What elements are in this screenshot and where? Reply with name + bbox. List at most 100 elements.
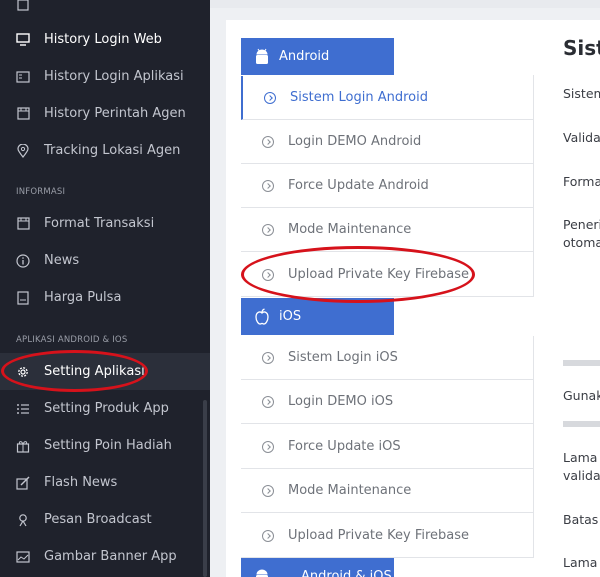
chevron-right-icon: [262, 351, 274, 364]
sidebar-item-gambar-banner-app[interactable]: Gambar Banner App: [0, 538, 210, 575]
menu-item-mode-maintenance-ios[interactable]: Mode Maintenance: [241, 469, 533, 513]
chevron-right-icon: [262, 223, 274, 236]
menu-item-label: Login DEMO iOS: [288, 394, 394, 409]
sidebar-item-label: Gambar Banner App: [44, 549, 177, 564]
edit-icon: [16, 476, 30, 490]
panel-text: Forma: [563, 174, 600, 189]
group-tab-android[interactable]: Android: [241, 38, 394, 75]
sidebar-item-label: Format Transaksi: [44, 216, 155, 231]
panel-divider: [563, 421, 600, 427]
sidebar-item-setting-produk-app[interactable]: Setting Produk App: [0, 390, 210, 427]
menu-item-label: Force Update Android: [288, 178, 429, 193]
cut-icon: [16, 0, 30, 12]
group-tab-ios[interactable]: iOS: [241, 298, 394, 335]
panel-text: Sistem: [563, 86, 600, 101]
chevron-right-icon: [262, 440, 274, 453]
panel-divider: [563, 360, 600, 366]
sidebar-item-label: Flash News: [44, 475, 118, 490]
sidebar-item-flash-news[interactable]: Flash News: [0, 464, 210, 501]
sidebar-item-label: Tracking Lokasi Agen: [44, 143, 181, 158]
sidebar-item-setting-poin-hadiah[interactable]: Setting Poin Hadiah: [0, 427, 210, 464]
menu-item-label: Mode Maintenance: [288, 483, 412, 498]
menu-item-upload-private-key-ios[interactable]: Upload Private Key Firebase: [241, 514, 533, 558]
panel-text: validas: [563, 468, 600, 483]
panel-text: Lama l: [563, 555, 600, 570]
panel-text: Peneri: [563, 217, 600, 232]
top-bar: [210, 0, 600, 8]
menu-item-sistem-login-ios[interactable]: Sistem Login iOS: [241, 336, 533, 380]
gift-icon: [16, 439, 30, 453]
menu-item-label: Mode Maintenance: [288, 222, 412, 237]
chevron-right-icon: [262, 395, 274, 408]
panel-text: Batas l: [563, 512, 600, 527]
sidebar-item-label: News: [44, 253, 80, 268]
sidebar-item-label: Pesan Broadcast: [44, 512, 152, 527]
sidebar-item-news[interactable]: News: [0, 242, 210, 279]
section-informasi: INFORMASI: [16, 187, 66, 197]
sidebar-item-history-login-web[interactable]: History Login Web: [0, 21, 210, 58]
apple-icon: [253, 307, 271, 326]
tag-icon: [16, 290, 30, 305]
sidebar: History Login Web History Login Aplikasi…: [0, 0, 210, 577]
menu-item-label: Login DEMO Android: [288, 134, 422, 149]
sidebar-item-pesan-broadcast[interactable]: Pesan Broadcast: [0, 501, 210, 538]
monitor-icon: [16, 33, 30, 47]
calendar-icon: [16, 217, 30, 231]
menu-item-label: Sistem Login iOS: [288, 350, 398, 365]
panel-text: otoma: [563, 235, 600, 250]
sidebar-item-label: Harga Pulsa: [44, 290, 122, 305]
menu-item-force-update-android[interactable]: Force Update Android: [241, 164, 533, 208]
sidebar-item-cut[interactable]: [0, 0, 210, 23]
menu-divider: [533, 75, 534, 297]
menu-item-label: Force Update iOS: [288, 439, 401, 454]
chevron-right-icon: [262, 268, 274, 281]
info-icon: [16, 253, 30, 268]
sidebar-item-format-transaksi[interactable]: Format Transaksi: [0, 205, 210, 242]
panel-text: Validas: [563, 130, 600, 145]
sidebar-item-tracking-lokasi-agen[interactable]: Tracking Lokasi Agen: [0, 132, 210, 169]
chevron-right-icon: [262, 484, 274, 497]
menu-item-label: Sistem Login Android: [290, 90, 428, 105]
menu-item-force-update-ios[interactable]: Force Update iOS: [241, 425, 533, 469]
group-tab-label: iOS: [279, 309, 302, 324]
sidebar-scrollbar[interactable]: [203, 400, 207, 577]
menu-divider: [533, 336, 534, 558]
menu-item-label: Upload Private Key Firebase: [288, 267, 470, 282]
android-icon: [253, 48, 271, 66]
sidebar-item-label: Setting Aplikasi: [44, 364, 145, 379]
sidebar-item-setting-aplikasi[interactable]: Setting Aplikasi: [0, 353, 210, 390]
menu-item-label: Upload Private Key Firebase: [288, 528, 470, 543]
chevron-right-icon: [262, 135, 274, 148]
list-icon: [16, 402, 30, 416]
section-aplikasi: APLIKASI ANDROID & IOS: [16, 335, 128, 345]
card-list-icon: [16, 70, 30, 84]
gear-icon: [16, 365, 30, 379]
chevron-right-icon: [264, 91, 276, 104]
image-icon: [16, 550, 30, 564]
sidebar-item-history-login-aplikasi[interactable]: History Login Aplikasi: [0, 58, 210, 95]
sidebar-item-label: History Perintah Agen: [44, 106, 186, 121]
group-tab-label: Android: [279, 49, 330, 64]
panel-title: Siste: [563, 36, 600, 60]
calendar-icon: [16, 107, 30, 121]
chevron-right-icon: [262, 529, 274, 542]
panel-text: Gunak: [563, 388, 600, 403]
sidebar-item-label: Setting Produk App: [44, 401, 169, 416]
sidebar-item-harga-pulsa[interactable]: Harga Pulsa: [0, 279, 210, 316]
menu-item-upload-private-key-android[interactable]: Upload Private Key Firebase: [241, 253, 533, 297]
menu-item-login-demo-android[interactable]: Login DEMO Android: [241, 120, 533, 164]
menu-item-login-demo-ios[interactable]: Login DEMO iOS: [241, 380, 533, 424]
chevron-right-icon: [262, 179, 274, 192]
map-pin-icon: [16, 143, 30, 158]
sidebar-item-label: History Login Web: [44, 32, 162, 47]
broadcast-icon: [16, 513, 30, 527]
menu-item-sistem-login-android[interactable]: Sistem Login Android: [241, 76, 533, 120]
sidebar-item-label: Setting Poin Hadiah: [44, 438, 172, 453]
sidebar-item-label: History Login Aplikasi: [44, 69, 184, 84]
android-icon: [253, 568, 271, 577]
group-tab-android-ios[interactable]: Android & iOS: [241, 558, 394, 577]
group-tab-label: Android & iOS: [301, 569, 392, 577]
panel-text: Lama l: [563, 450, 600, 465]
menu-item-mode-maintenance-android[interactable]: Mode Maintenance: [241, 208, 533, 252]
sidebar-item-history-perintah-agen[interactable]: History Perintah Agen: [0, 95, 210, 132]
